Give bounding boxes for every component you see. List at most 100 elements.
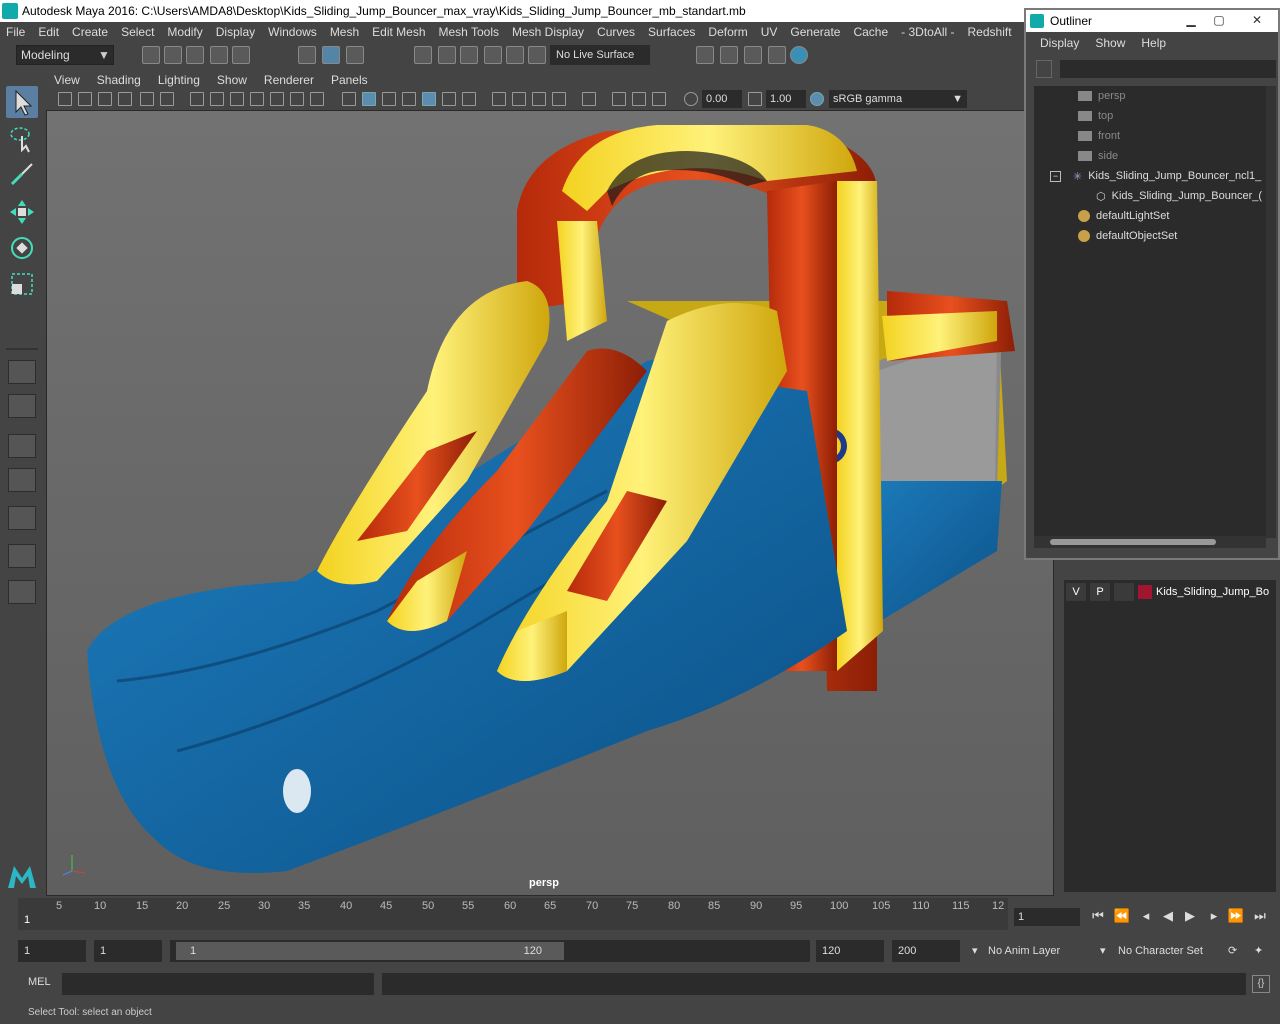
wireframe-on-shaded-icon[interactable]	[382, 92, 396, 106]
filter-icon[interactable]	[1036, 60, 1052, 78]
snap-grid-icon[interactable]	[414, 46, 432, 64]
step-forward-key-icon[interactable]: ⏩	[1226, 906, 1246, 926]
outliner-item-side[interactable]: side	[1078, 146, 1266, 166]
outliner-menu-help[interactable]: Help	[1141, 36, 1166, 50]
lasso-tool-button[interactable]	[6, 122, 38, 154]
undo-icon[interactable]	[210, 46, 228, 64]
playback-start-field[interactable]: 1	[94, 940, 162, 962]
wireframe-icon[interactable]	[342, 92, 356, 106]
animation-preferences-icon[interactable]: ✦	[1248, 940, 1268, 962]
grid-icon[interactable]	[190, 92, 204, 106]
range-slider[interactable]: 1 120	[170, 940, 810, 962]
field-chart-icon[interactable]	[270, 92, 284, 106]
go-to-start-icon[interactable]: ⏮	[1088, 906, 1108, 926]
screen-space-ao-icon[interactable]	[492, 92, 506, 106]
panel-menu-view[interactable]: View	[54, 73, 80, 87]
command-input[interactable]	[62, 973, 374, 995]
script-editor-icon[interactable]: {}	[1252, 975, 1270, 993]
open-scene-icon[interactable]	[164, 46, 182, 64]
display-layer-row[interactable]: V P Kids_Sliding_Jump_Bo	[1066, 582, 1274, 602]
anti-aliasing-icon[interactable]	[532, 92, 546, 106]
four-view-layout-button[interactable]	[8, 394, 36, 418]
snap-view-plane-icon[interactable]	[484, 46, 502, 64]
camera-attributes-icon[interactable]	[78, 92, 92, 106]
time-ruler[interactable]: 1 5 10 15 20 25 30 35 40 45 50 55 60 65 …	[18, 898, 1008, 930]
play-forwards-icon[interactable]: ▶	[1180, 906, 1200, 926]
snap-live-icon[interactable]	[506, 46, 524, 64]
step-back-key-icon[interactable]: ⏪	[1112, 906, 1132, 926]
textured-icon[interactable]	[422, 92, 436, 106]
xray-joints-icon[interactable]	[612, 92, 626, 106]
shadows-icon[interactable]	[462, 92, 476, 106]
outliner-horizontal-scrollbar[interactable]	[1034, 536, 1266, 548]
menu-create[interactable]: Create	[72, 25, 108, 39]
persp-outliner-layout-button[interactable]	[8, 434, 36, 458]
gamma-field[interactable]: 1.00	[766, 90, 806, 108]
command-language-label[interactable]: MEL	[28, 976, 51, 988]
film-gate-icon[interactable]	[210, 92, 224, 106]
menu-deform[interactable]: Deform	[708, 25, 747, 39]
outliner-item-persp[interactable]: persp	[1078, 86, 1266, 106]
panel-menu-panels[interactable]: Panels	[331, 73, 368, 87]
menu-display[interactable]: Display	[216, 25, 255, 39]
auto-key-icon[interactable]: ⟳	[1222, 940, 1242, 962]
perspective-viewport[interactable]: persp	[46, 110, 1054, 896]
render-view-icon[interactable]	[720, 46, 738, 64]
redo-icon[interactable]	[232, 46, 250, 64]
outliner-persp-layout-button[interactable]	[8, 544, 36, 568]
playback-end-field[interactable]: 120	[816, 940, 884, 962]
select-by-object-icon[interactable]	[322, 46, 340, 64]
panel-menu-show[interactable]: Show	[217, 73, 247, 87]
minimize-icon[interactable]: ▁	[1182, 12, 1200, 28]
layer-playback-toggle[interactable]: P	[1090, 583, 1110, 601]
layer-color-swatch[interactable]	[1138, 585, 1152, 599]
anim-layer-dropdown[interactable]: No Anim Layer	[982, 940, 1082, 962]
outliner-item-default-light-set[interactable]: defaultLightSet	[1078, 206, 1266, 226]
persp-hypershade-layout-button[interactable]	[8, 506, 36, 530]
menu-edit-mesh[interactable]: Edit Mesh	[372, 25, 425, 39]
panel-menu-shading[interactable]: Shading	[97, 73, 141, 87]
scale-tool-button[interactable]	[6, 268, 38, 300]
current-frame-field[interactable]: 1	[1014, 908, 1080, 926]
panel-menu-renderer[interactable]: Renderer	[264, 73, 314, 87]
menu-edit[interactable]: Edit	[38, 25, 59, 39]
menu-3dtoall[interactable]: - 3DtoAll -	[901, 25, 954, 39]
step-forward-frame-icon[interactable]: ▸	[1204, 906, 1224, 926]
backface-culling-icon[interactable]	[652, 92, 666, 106]
outliner-item-top[interactable]: top	[1078, 106, 1266, 126]
maximize-icon[interactable]: ▢	[1210, 12, 1228, 28]
menu-cache[interactable]: Cache	[853, 25, 888, 39]
snap-curve-icon[interactable]	[438, 46, 456, 64]
menu-select[interactable]: Select	[121, 25, 154, 39]
menu-windows[interactable]: Windows	[268, 25, 317, 39]
animation-end-field[interactable]: 200	[892, 940, 960, 962]
smooth-shade-icon[interactable]	[362, 92, 376, 106]
select-by-component-icon[interactable]	[346, 46, 364, 64]
safe-title-icon[interactable]	[310, 92, 324, 106]
move-tool-button[interactable]	[6, 196, 38, 228]
layout-expand-button[interactable]	[8, 580, 36, 604]
menu-mesh[interactable]: Mesh	[330, 25, 359, 39]
snap-point-icon[interactable]	[460, 46, 478, 64]
go-to-end-icon[interactable]: ⏭	[1250, 906, 1270, 926]
persp-graph-layout-button[interactable]	[8, 468, 36, 492]
grease-pencil-icon[interactable]	[160, 92, 174, 106]
close-icon[interactable]: ✕	[1248, 12, 1266, 28]
menuset-dropdown[interactable]: Modeling ▼	[16, 45, 114, 65]
menu-mesh-display[interactable]: Mesh Display	[512, 25, 584, 39]
outliner-item-default-object-set[interactable]: defaultObjectSet	[1078, 226, 1266, 246]
ipr-render-icon[interactable]	[744, 46, 762, 64]
play-backwards-icon[interactable]: ◀	[1158, 906, 1178, 926]
menu-modify[interactable]: Modify	[167, 25, 202, 39]
xray-icon[interactable]	[402, 92, 416, 106]
gamma-icon[interactable]	[748, 92, 762, 106]
scrollbar-thumb[interactable]	[1050, 539, 1216, 545]
xray-components-icon[interactable]	[632, 92, 646, 106]
color-management-icon[interactable]	[810, 92, 824, 106]
exposure-icon[interactable]	[684, 92, 698, 106]
resolution-gate-icon[interactable]	[230, 92, 244, 106]
hypershade-icon[interactable]	[790, 46, 808, 64]
camera-select-icon[interactable]	[58, 92, 72, 106]
image-plane-icon[interactable]	[118, 92, 132, 106]
rotate-tool-button[interactable]	[6, 232, 38, 264]
